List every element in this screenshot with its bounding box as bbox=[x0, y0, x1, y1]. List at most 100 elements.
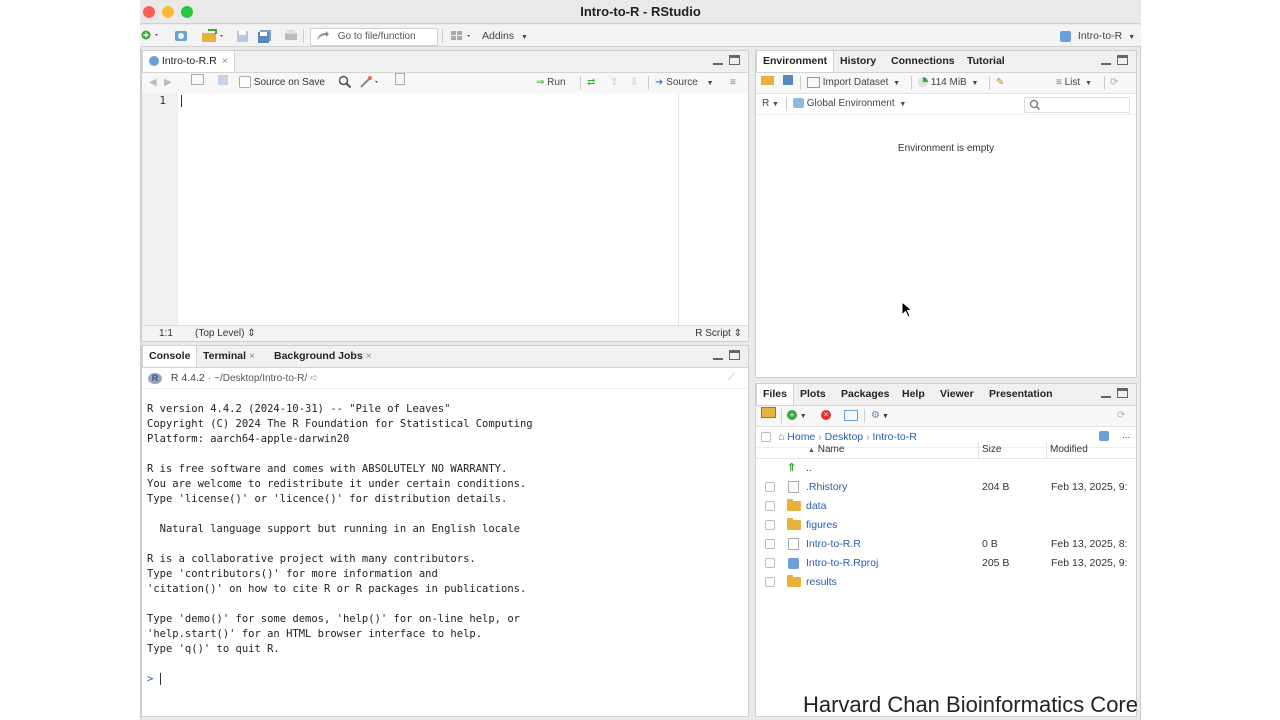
file-row[interactable]: results bbox=[756, 573, 1136, 592]
source-on-save-checkbox[interactable]: Source on Save bbox=[239, 73, 325, 93]
tab-terminal[interactable]: Terminal × bbox=[197, 346, 261, 367]
go-to-directory-icon[interactable]: ➪ bbox=[310, 372, 319, 384]
minimize-pane-icon[interactable] bbox=[713, 351, 723, 361]
file-type-selector[interactable]: R Script ⇕ bbox=[695, 326, 742, 341]
show-in-window-icon[interactable] bbox=[191, 73, 204, 93]
tab-connections[interactable]: Connections bbox=[885, 51, 961, 72]
file-row[interactable]: Intro-to-R.Rproj 205 B Feb 13, 2025, 9: bbox=[756, 554, 1136, 573]
editor-save-icon[interactable] bbox=[218, 73, 228, 93]
column-size[interactable]: Size bbox=[982, 442, 1001, 458]
back-arrow-icon[interactable]: ◀ bbox=[149, 73, 157, 93]
save-icon[interactable] bbox=[235, 25, 251, 47]
select-all-checkbox[interactable] bbox=[761, 432, 771, 442]
new-file-icon[interactable] bbox=[140, 25, 162, 47]
go-down-icon[interactable]: ⇩ bbox=[630, 73, 638, 93]
file-row[interactable]: .Rhistory 204 B Feb 13, 2025, 9: bbox=[756, 478, 1136, 497]
save-workspace-icon[interactable] bbox=[783, 73, 793, 93]
clear-environment-broom-icon[interactable]: ✎ bbox=[996, 73, 1004, 93]
console-line: Type 'demo()' for some demos, 'help()' f… bbox=[147, 613, 520, 625]
new-blank-file-icon[interactable]: + ▼ bbox=[787, 406, 807, 426]
tab-environment[interactable]: Environment bbox=[756, 51, 835, 72]
minimize-pane-icon[interactable] bbox=[1101, 389, 1111, 399]
go-up-icon[interactable]: ⇧ bbox=[610, 73, 618, 93]
file-checkbox[interactable] bbox=[765, 520, 775, 530]
forward-arrow-icon[interactable]: ▶ bbox=[164, 73, 172, 93]
load-workspace-icon[interactable] bbox=[761, 73, 774, 93]
delete-file-icon[interactable]: × bbox=[821, 406, 831, 426]
maximize-pane-icon[interactable] bbox=[1117, 55, 1128, 65]
import-dataset-menu[interactable]: Import Dataset ▼ bbox=[807, 73, 900, 93]
tab-plots[interactable]: Plots bbox=[794, 384, 832, 405]
tab-presentation[interactable]: Presentation bbox=[983, 384, 1059, 405]
editor-tab-intro-to-r[interactable]: Intro-to-R.R × bbox=[142, 51, 235, 72]
clear-console-broom-icon[interactable]: ⟋ bbox=[728, 368, 735, 388]
refresh-icon[interactable]: ⟳ bbox=[1110, 73, 1118, 93]
document-outline-icon[interactable]: ≡ bbox=[730, 73, 736, 93]
file-name[interactable]: data bbox=[806, 497, 826, 516]
close-window-button[interactable] bbox=[143, 6, 155, 18]
new-project-icon[interactable] bbox=[173, 25, 191, 47]
tab-console[interactable]: Console bbox=[142, 346, 198, 367]
file-checkbox[interactable] bbox=[765, 558, 775, 568]
maximize-pane-icon[interactable] bbox=[1117, 388, 1128, 398]
environment-scope-selector[interactable]: Global Environment ▼ bbox=[793, 94, 906, 114]
file-name[interactable]: Intro-to-R.R bbox=[806, 535, 861, 554]
new-folder-icon[interactable] bbox=[761, 406, 776, 426]
environment-search-input[interactable] bbox=[1024, 97, 1130, 113]
file-modified: Feb 13, 2025, 9: bbox=[1051, 557, 1128, 569]
code-tools-wand-icon[interactable] bbox=[359, 73, 381, 93]
tab-history[interactable]: History bbox=[834, 51, 882, 72]
file-checkbox[interactable] bbox=[765, 539, 775, 549]
source-button[interactable]: ➜ Source ▼ bbox=[655, 73, 714, 93]
minimize-window-button[interactable] bbox=[162, 6, 174, 18]
goto-file-function-input[interactable]: Go to file/function bbox=[310, 28, 438, 46]
file-checkbox[interactable] bbox=[765, 482, 775, 492]
run-button[interactable]: ⇒ Run bbox=[536, 73, 566, 93]
find-replace-icon[interactable] bbox=[338, 73, 352, 93]
code-editor[interactable] bbox=[178, 93, 748, 325]
maximize-pane-icon[interactable] bbox=[729, 350, 740, 360]
project-menu[interactable]: Intro-to-R ▼ bbox=[1060, 25, 1135, 47]
maximize-pane-icon[interactable] bbox=[729, 55, 740, 65]
close-tab-icon[interactable]: × bbox=[366, 350, 372, 362]
rename-file-icon[interactable] bbox=[844, 406, 858, 426]
memory-usage-menu[interactable]: 114 MiB ▼ bbox=[918, 73, 978, 93]
parent-directory-row[interactable]: ⇑ .. bbox=[756, 459, 1136, 478]
tab-files[interactable]: Files bbox=[756, 384, 794, 405]
file-name[interactable]: .Rhistory bbox=[806, 478, 847, 497]
console-prompt[interactable]: > bbox=[147, 672, 745, 687]
tab-viewer[interactable]: Viewer bbox=[934, 384, 980, 405]
console-output[interactable]: R version 4.4.2 (2024-10-31) -- "Pile of… bbox=[147, 402, 745, 702]
print-icon[interactable] bbox=[283, 25, 299, 47]
file-row[interactable]: data bbox=[756, 497, 1136, 516]
minimize-pane-icon[interactable] bbox=[1101, 56, 1111, 66]
refresh-files-icon[interactable]: ⟳ bbox=[1117, 406, 1125, 426]
column-modified[interactable]: Modified bbox=[1050, 442, 1088, 458]
minimize-pane-icon[interactable] bbox=[713, 56, 723, 66]
compile-report-icon[interactable] bbox=[395, 73, 405, 93]
open-file-icon[interactable] bbox=[200, 25, 226, 47]
tab-background-jobs[interactable]: Background Jobs × bbox=[268, 346, 378, 367]
tab-help[interactable]: Help bbox=[896, 384, 931, 405]
zoom-window-button[interactable] bbox=[181, 6, 193, 18]
addins-menu[interactable]: Addins ▼ bbox=[482, 25, 528, 47]
scope-selector[interactable]: (Top Level) ⇕ bbox=[195, 326, 256, 341]
close-tab-icon[interactable]: × bbox=[222, 55, 228, 67]
file-row[interactable]: Intro-to-R.R 0 B Feb 13, 2025, 8: bbox=[756, 535, 1136, 554]
grid-layout-icon[interactable] bbox=[449, 25, 475, 47]
file-name[interactable]: Intro-to-R.Rproj bbox=[806, 554, 878, 573]
more-gear-icon[interactable]: ⚙ ▼ bbox=[871, 406, 889, 426]
file-checkbox[interactable] bbox=[765, 577, 775, 587]
tab-packages[interactable]: Packages bbox=[835, 384, 895, 405]
file-row[interactable]: figures bbox=[756, 516, 1136, 535]
file-name[interactable]: figures bbox=[806, 516, 838, 535]
save-all-icon[interactable] bbox=[256, 25, 274, 47]
column-name[interactable]: ▲ Name bbox=[808, 442, 844, 459]
tab-tutorial[interactable]: Tutorial bbox=[961, 51, 1011, 72]
language-selector[interactable]: R ▼ bbox=[762, 94, 779, 114]
file-checkbox[interactable] bbox=[765, 501, 775, 511]
view-mode-menu[interactable]: ≡ List ▼ bbox=[1056, 73, 1092, 93]
file-name[interactable]: results bbox=[806, 573, 837, 592]
rerun-icon[interactable]: ⇄ bbox=[587, 73, 595, 93]
close-tab-icon[interactable]: × bbox=[249, 350, 255, 362]
